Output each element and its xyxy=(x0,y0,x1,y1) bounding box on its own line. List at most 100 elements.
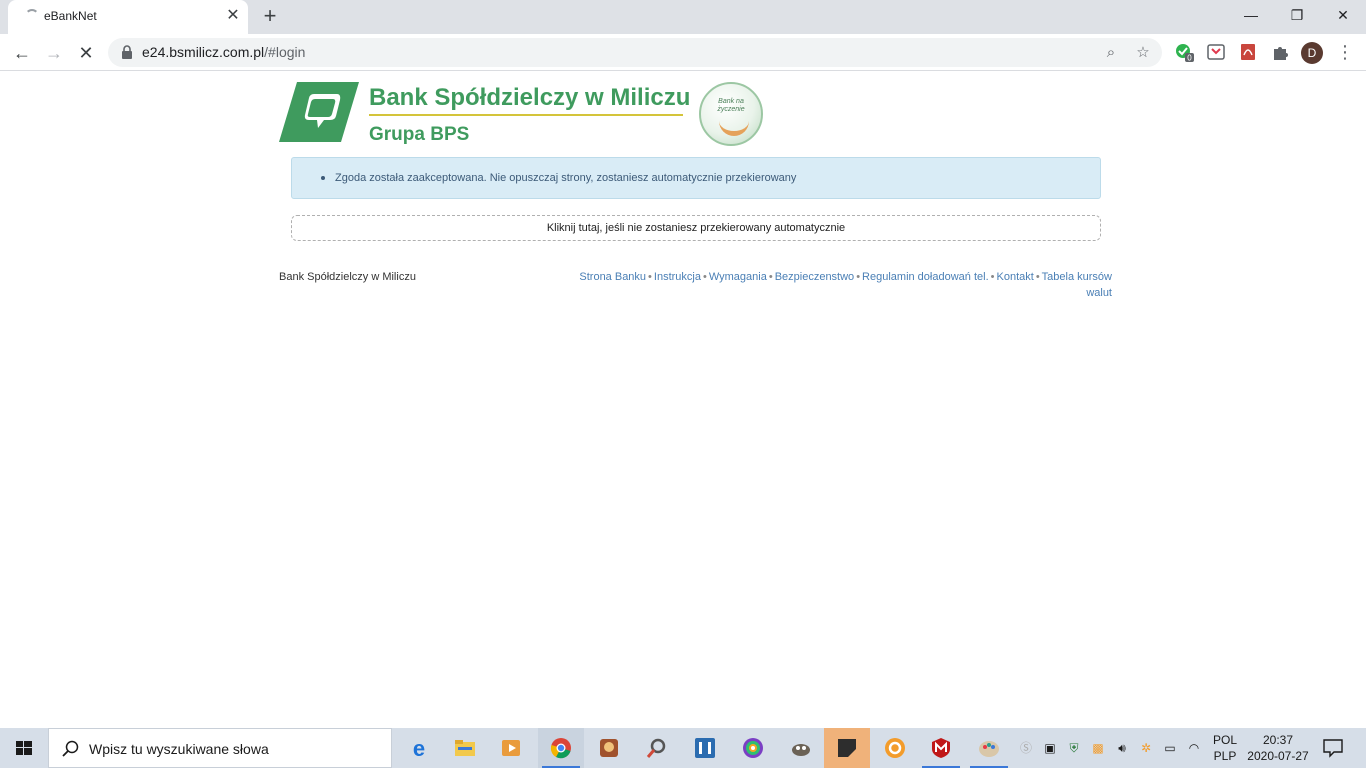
loading-spinner-icon xyxy=(25,9,39,23)
consent-alert: Zgoda została zaakceptowana. Nie opuszcz… xyxy=(291,157,1101,199)
taskbar-app-edge[interactable]: e xyxy=(396,728,442,768)
game-icon xyxy=(600,739,618,757)
bank-group-subtitle: Grupa BPS xyxy=(369,124,470,145)
url-text: e24.bsmilicz.com.pl/#login xyxy=(142,44,306,60)
windows-start-icon[interactable] xyxy=(0,728,48,768)
footer-link-tabela-kursow[interactable]: Tabela kursów walut xyxy=(1042,271,1112,299)
footer-link-instrukcja[interactable]: Instrukcja xyxy=(654,271,701,283)
shield-check-extension-icon[interactable]: 0 xyxy=(1174,42,1194,62)
windows-taskbar: Wpisz tu wyszukiwane słowa e Ⓢ ▣ ⛨ ▩ 🔊︎ … xyxy=(0,728,1366,768)
puzzle-extensions-icon[interactable] xyxy=(1270,42,1290,62)
search-icon xyxy=(62,740,79,757)
bank-logo-mark-icon xyxy=(279,82,359,142)
pdf-extension-icon[interactable] xyxy=(1238,42,1258,62)
taskbar-app-gimp[interactable] xyxy=(778,728,824,768)
battery-tray-icon[interactable]: ▭ xyxy=(1162,740,1178,756)
photos-icon xyxy=(743,738,763,758)
profile-avatar[interactable]: D xyxy=(1301,42,1323,64)
address-bar[interactable]: e24.bsmilicz.com.pl/#login ⌕ ☆ xyxy=(108,38,1162,67)
footer-separator: • xyxy=(648,271,652,283)
taskbar-app-mcafee[interactable] xyxy=(918,728,964,768)
browser-toolbar: ← → ✕ e24.bsmilicz.com.pl/#login ⌕ ☆ 0 D… xyxy=(0,34,1366,71)
taskbar-app-settings[interactable] xyxy=(872,728,918,768)
tab-close-icon[interactable]: ✕ xyxy=(224,7,242,25)
footer-link-bezpieczenstwo[interactable]: Bezpieczenstwo xyxy=(775,271,855,283)
alert-message: Zgoda została zaakceptowana. Nie opuszcz… xyxy=(335,172,797,184)
bracket-app-icon xyxy=(695,738,715,758)
skype-tray-icon[interactable]: Ⓢ xyxy=(1018,740,1034,756)
edge-icon: e xyxy=(413,737,425,759)
footer-link-wymagania[interactable]: Wymagania xyxy=(709,271,767,283)
defender-shield-tray-icon[interactable]: ⛨ xyxy=(1066,740,1082,756)
taskbar-app-paint[interactable] xyxy=(966,728,1012,768)
taskbar-app-bracket[interactable] xyxy=(682,728,728,768)
footer-separator: • xyxy=(702,271,707,283)
browser-tab-bar: eBankNet ✕ + — ❐ ✕ xyxy=(0,0,1366,34)
zoom-icon[interactable]: ⌕ xyxy=(1100,42,1122,64)
minimize-button[interactable]: — xyxy=(1228,0,1274,32)
gimp-icon xyxy=(792,744,810,756)
system-clock[interactable]: 20:37 2020-07-27 xyxy=(1244,732,1312,764)
taskbar-app-game[interactable] xyxy=(586,728,632,768)
keyboard-layout: PLP xyxy=(1213,749,1237,763)
logo-underline xyxy=(369,114,683,116)
page-content: Bank Spółdzielczy w Miliczu Grupa BPS Ba… xyxy=(0,71,1366,728)
folder-icon xyxy=(455,740,475,756)
new-tab-button[interactable]: + xyxy=(258,5,282,29)
bank-slogan-badge: Bank na życzenie xyxy=(699,82,763,146)
app-tray-icon[interactable]: ✲ xyxy=(1138,740,1154,756)
input-language-indicator[interactable]: POL PLP xyxy=(1212,732,1238,764)
footer-separator: • xyxy=(990,271,995,283)
taskbar-app-chrome[interactable] xyxy=(538,728,584,768)
mcafee-shield-icon xyxy=(932,738,950,758)
taskbar-search-box[interactable]: Wpisz tu wyszukiwane słowa xyxy=(48,728,392,768)
media-player-icon xyxy=(502,740,520,756)
taskbar-app-photos[interactable] xyxy=(730,728,776,768)
footer-links: Strona Banku • Instrukcja • Wymagania • Bezpie… xyxy=(560,269,1112,301)
bank-logo[interactable]: Bank Spółdzielczy w Miliczu Grupa BPS Ba… xyxy=(279,82,769,152)
avast-tray-icon[interactable]: ▩ xyxy=(1090,740,1106,756)
bookmark-star-icon[interactable]: ☆ xyxy=(1132,42,1154,64)
bank-name-title: Bank Spółdzielczy w Miliczu xyxy=(369,84,691,111)
footer-bank-name: Bank Spółdzielczy w Miliczu xyxy=(279,271,416,283)
pocket-extension-icon[interactable] xyxy=(1206,42,1226,62)
clock-date: 2020-07-27 xyxy=(1247,749,1309,763)
footer-link-kontakt[interactable]: Kontakt xyxy=(997,271,1034,283)
stop-loading-icon[interactable]: ✕ xyxy=(72,39,100,67)
footer-separator: • xyxy=(768,271,773,283)
volume-tray-icon[interactable]: 🔊︎ xyxy=(1114,740,1130,756)
badge-arc xyxy=(719,118,749,136)
footer-separator: • xyxy=(856,271,861,283)
forward-arrow-icon[interactable]: → xyxy=(40,39,68,67)
search-placeholder: Wpisz tu wyszukiwane słowa xyxy=(89,741,269,757)
alert-bullet xyxy=(321,176,325,180)
monitor-tray-icon[interactable]: ▣ xyxy=(1042,740,1058,756)
footer-separator: • xyxy=(1035,271,1040,283)
restore-button[interactable]: ❐ xyxy=(1274,0,1320,32)
language-code: POL xyxy=(1212,733,1237,747)
taskbar-app-search-tool[interactable] xyxy=(634,728,680,768)
paint-palette-icon xyxy=(979,741,999,757)
browser-menu-icon[interactable]: ⋮ xyxy=(1335,40,1355,64)
close-window-button[interactable]: ✕ xyxy=(1320,0,1366,32)
lock-icon xyxy=(122,45,132,59)
tab-title: eBankNet xyxy=(44,9,97,23)
taskbar-app-media-player[interactable] xyxy=(488,728,534,768)
badge-slogan-text: Bank na życzenie xyxy=(717,98,745,113)
wifi-tray-icon[interactable]: ◠ xyxy=(1186,740,1202,756)
sticky-notes-icon xyxy=(838,739,856,757)
taskbar-app-file-explorer[interactable] xyxy=(442,728,488,768)
extension-badge-count: 0 xyxy=(1187,54,1192,63)
notification-center-icon[interactable] xyxy=(1322,738,1344,758)
footer-link-strona-banku[interactable]: Strona Banku xyxy=(579,271,646,283)
footer-link-regulamin[interactable]: Regulamin doładowań tel. xyxy=(862,271,989,283)
taskbar-app-sticky-notes[interactable] xyxy=(824,728,870,768)
magnifier-app-icon xyxy=(646,738,666,758)
manual-redirect-link[interactable]: Kliknij tutaj, jeśli nie zostaniesz prze… xyxy=(291,215,1101,241)
browser-tab[interactable]: eBankNet ✕ xyxy=(8,0,248,34)
svg-text:e: e xyxy=(413,737,425,759)
chrome-icon xyxy=(550,738,571,759)
clock-time: 20:37 xyxy=(1262,733,1294,747)
gear-icon xyxy=(885,738,905,758)
back-arrow-icon[interactable]: ← xyxy=(8,39,36,67)
